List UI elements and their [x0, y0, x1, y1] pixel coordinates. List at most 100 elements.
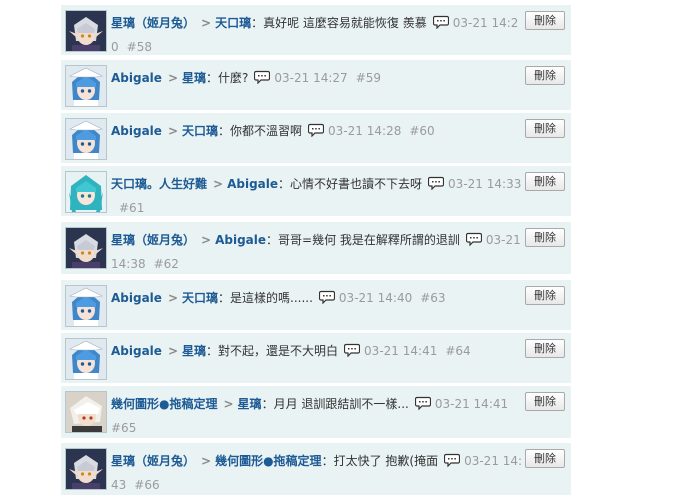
comment-date: 03-21 — [338, 291, 374, 305]
author-link[interactable]: 星璃（姬月兔） — [111, 454, 195, 468]
speech-bubble-icon[interactable] — [318, 288, 336, 305]
delete-button[interactable]: 刪除 — [525, 339, 565, 358]
blue-hair-avatar[interactable] — [65, 338, 107, 380]
message: 你都不溫習啊 — [230, 124, 303, 138]
teal-hair-avatar[interactable] — [65, 171, 107, 213]
comment-date: 03-21 — [448, 177, 483, 191]
target-link[interactable]: 星璃 — [182, 344, 206, 358]
message: 哥哥=幾何 我是在解釋所謂的退訓 — [278, 233, 460, 247]
comment-text: Abigale > 星璃：什麼? 03-21 14:27 #59 — [111, 66, 523, 90]
speech-bubble-icon[interactable] — [414, 394, 431, 411]
author-link[interactable]: 天口璃。人生好難 — [111, 177, 207, 191]
separator: ： — [278, 177, 291, 191]
comment-item: 幾何圖形●拖稿定理 > 星璃：月月 退訓跟結訓不一樣... 03-21 14:41 #6… — [61, 386, 571, 438]
floor-number[interactable]: #63 — [420, 291, 445, 305]
white-hair-avatar[interactable] — [65, 391, 107, 433]
comment-time: 14:33 — [486, 177, 522, 191]
floor-number[interactable]: #61 — [119, 201, 144, 215]
author-link[interactable]: 星璃（姬月兔） — [111, 16, 195, 30]
speech-bubble-icon[interactable] — [465, 230, 483, 247]
speech-bubble-icon[interactable] — [307, 121, 325, 138]
comment-item: Abigale > 天口璃：是這樣的嗎...... 03-21 14:40 #63 刪除 — [61, 280, 571, 330]
target-link[interactable]: 幾何圖形●拖稿定理 — [215, 454, 321, 468]
comment-text: Abigale > 星璃：對不起，還是不大明白 03-21 14:41 #64 — [111, 339, 523, 363]
author-link[interactable]: Abigale — [111, 124, 162, 138]
delete-button[interactable]: 刪除 — [525, 286, 565, 305]
elf-avatar[interactable] — [65, 448, 107, 490]
comment-text: Abigale > 天口璃：你都不溫習啊 03-21 14:28 #60 — [111, 119, 523, 143]
comment-date: 03- — [485, 233, 506, 247]
comment-date: 03-21 — [364, 344, 399, 358]
target-link[interactable]: 星璃 — [182, 71, 206, 85]
separator: ： — [251, 16, 264, 30]
author-link[interactable]: Abigale — [111, 71, 162, 85]
comment-text: Abigale > 天口璃：是這樣的嗎...... 03-21 14:40 #63 — [111, 286, 523, 310]
target-link[interactable]: 星璃 — [238, 397, 262, 411]
separator: ： — [218, 124, 231, 138]
delete-button[interactable]: 刪除 — [525, 66, 565, 85]
floor-number[interactable]: #64 — [445, 344, 470, 358]
reply-arrow: > — [167, 124, 178, 138]
reply-arrow: > — [201, 454, 212, 468]
message: 心情不好書也讀不下去呀 — [290, 177, 423, 191]
author-link[interactable]: Abigale — [111, 291, 162, 305]
comment-time: 14:41 — [402, 344, 438, 358]
comment-item: 星璃（姬月兔） > 天口璃：真好呢 這麼容易就能恢復 羨慕 03-21 14:20 #5… — [61, 5, 571, 55]
separator: ： — [206, 344, 219, 358]
comment-text: 星璃（姬月兔） > 天口璃：真好呢 這麼容易就能恢復 羨慕 03-21 14:20 #5… — [111, 11, 523, 59]
target-link[interactable]: Abigale — [227, 177, 278, 191]
floor-number[interactable]: #66 — [134, 478, 159, 492]
reply-arrow: > — [213, 177, 224, 191]
author-link[interactable]: 星璃（姬月兔） — [111, 233, 195, 247]
blue-hair-avatar[interactable] — [65, 65, 107, 107]
floor-number[interactable]: #60 — [409, 124, 434, 138]
floor-number[interactable]: #58 — [127, 40, 152, 54]
target-link[interactable]: 天口璃 — [182, 124, 218, 138]
target-link[interactable]: 天口璃 — [182, 291, 218, 305]
target-link[interactable]: Abigale — [215, 233, 266, 247]
comment-date: 03-21 — [328, 124, 363, 138]
delete-button[interactable]: 刪除 — [525, 119, 565, 138]
separator: ： — [218, 291, 231, 305]
target-link[interactable]: 天口璃 — [215, 16, 251, 30]
comment-list: 星璃（姬月兔） > 天口璃：真好呢 這麼容易就能恢復 羨慕 03-21 14:20 #5… — [61, 0, 571, 500]
speech-bubble-icon[interactable] — [254, 68, 271, 85]
elf-avatar[interactable] — [65, 227, 107, 269]
blue-hair-avatar[interactable] — [65, 118, 107, 160]
delete-button[interactable]: 刪除 — [525, 11, 565, 30]
author-link[interactable]: 幾何圖形●拖稿定理 — [111, 397, 217, 411]
speech-bubble-icon[interactable] — [432, 13, 449, 30]
author-link[interactable]: Abigale — [111, 344, 162, 358]
comment-time: 14:41 — [473, 397, 509, 411]
separator: ： — [261, 397, 274, 411]
reply-arrow: > — [167, 344, 178, 358]
reply-arrow: > — [201, 233, 212, 247]
elf-avatar[interactable] — [65, 10, 107, 52]
floor-number[interactable]: #59 — [356, 71, 381, 85]
speech-bubble-icon[interactable] — [343, 341, 361, 358]
message: 真好呢 這麼容易就能恢復 羨慕 — [263, 16, 427, 30]
comment-text: 星璃（姬月兔） > 幾何圖形●拖稿定理：打太快了 抱歉(掩面 03-21 14:43 #… — [111, 449, 523, 497]
comment-item: 星璃（姬月兔） > Abigale：哥哥=幾何 我是在解釋所謂的退訓 03-21 14… — [61, 222, 571, 274]
reply-arrow: > — [167, 71, 178, 85]
delete-button[interactable]: 刪除 — [525, 449, 565, 468]
comment-time: 14:40 — [377, 291, 413, 305]
comment-date: 03-21 — [464, 454, 499, 468]
delete-button[interactable]: 刪除 — [525, 392, 565, 411]
speech-bubble-icon[interactable] — [443, 451, 461, 468]
speech-bubble-icon[interactable] — [427, 174, 445, 191]
delete-button[interactable]: 刪除 — [525, 172, 565, 191]
blue-hair-avatar[interactable] — [65, 285, 107, 327]
comment-date: 03-21 — [274, 71, 310, 85]
comment-time: 14:27 — [313, 71, 348, 85]
message: 月月 退訓跟結訓不一樣... — [273, 397, 409, 411]
delete-button[interactable]: 刪除 — [525, 228, 565, 247]
floor-number[interactable]: #62 — [154, 257, 179, 271]
comment-time: 14:28 — [366, 124, 402, 138]
message: 什麼? — [218, 71, 249, 85]
reply-arrow: > — [201, 16, 212, 30]
reply-arrow: > — [167, 291, 178, 305]
separator: ： — [266, 233, 279, 247]
comment-text: 幾何圖形●拖稿定理 > 星璃：月月 退訓跟結訓不一樣... 03-21 14:41 #6… — [111, 392, 523, 440]
floor-number[interactable]: #65 — [111, 421, 136, 435]
